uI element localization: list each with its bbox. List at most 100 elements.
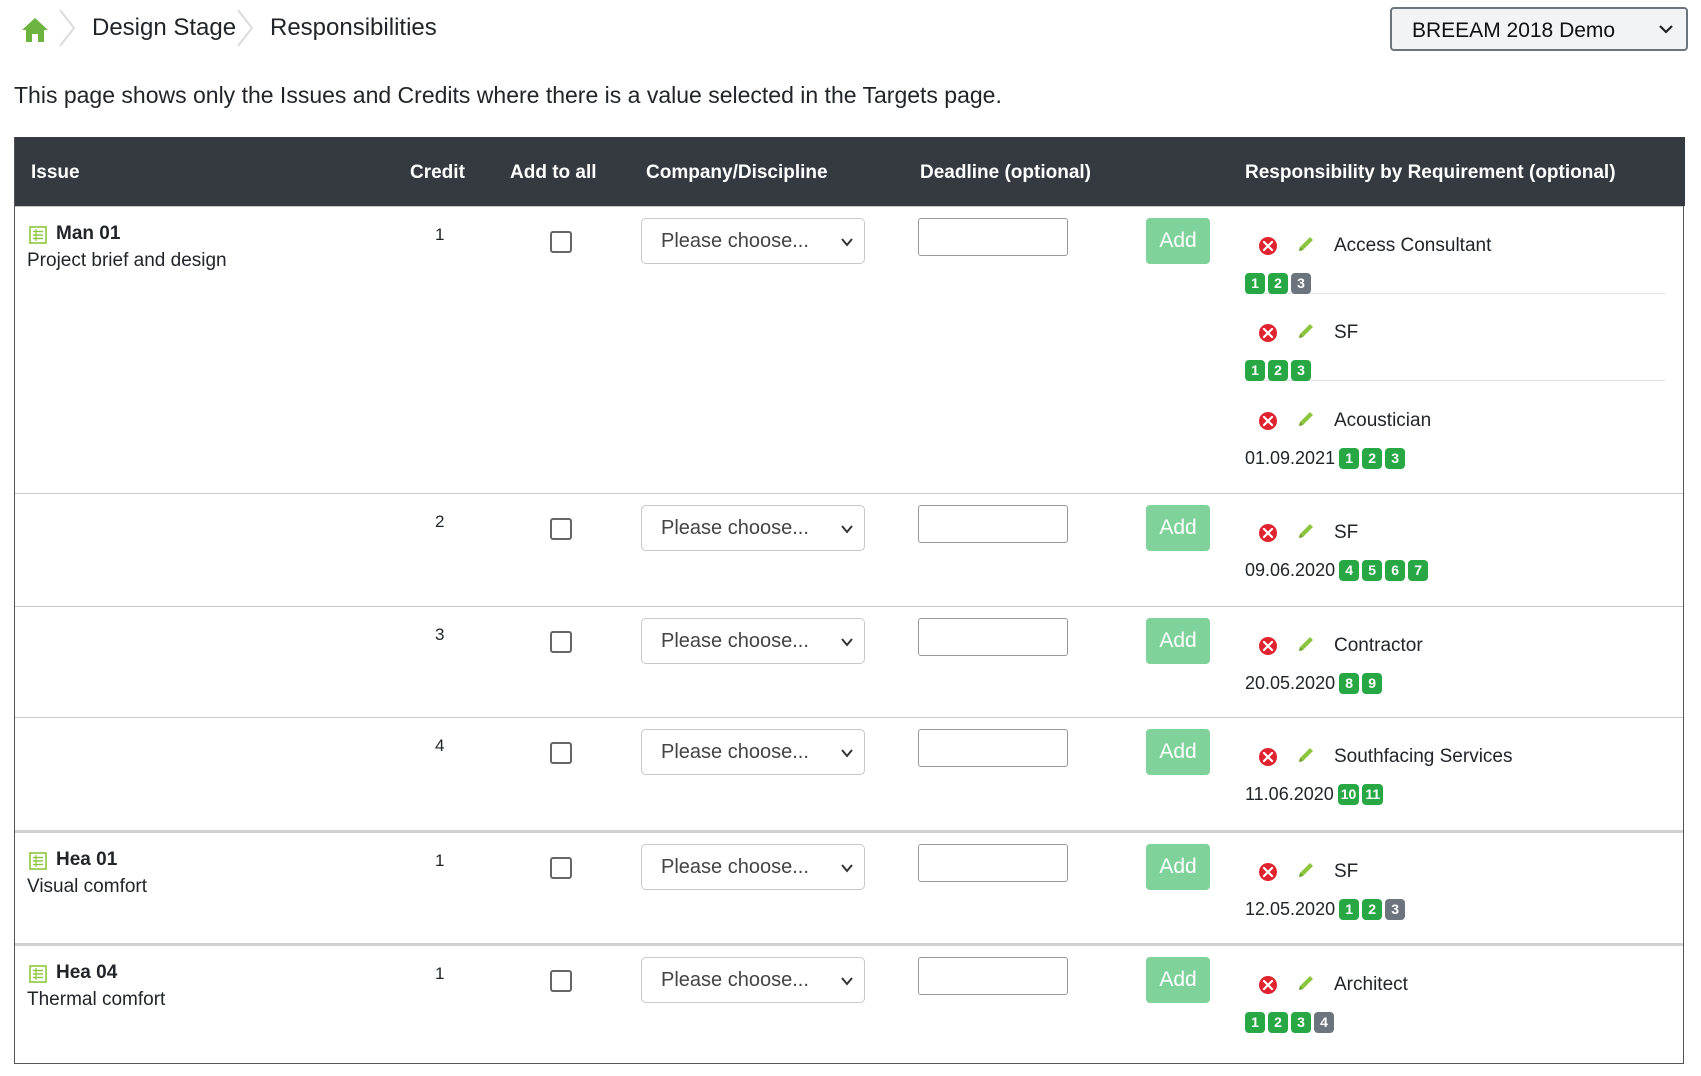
requirement-badge: 6	[1385, 560, 1406, 581]
remove-icon[interactable]	[1257, 410, 1279, 432]
requirement-badge: 10	[1337, 784, 1360, 805]
breadcrumb-design-stage[interactable]: Design Stage	[92, 14, 236, 42]
company-select-placeholder: Please choose...	[661, 856, 809, 878]
responsibility-date: 12.05.2020	[1245, 899, 1336, 919]
edit-pencil-icon[interactable]	[1295, 233, 1317, 255]
credit-number: 4	[435, 736, 445, 755]
company-select-placeholder: Please choose...	[661, 230, 809, 252]
issue-code[interactable]: Man 01	[56, 223, 120, 245]
intro-text: This page shows only the Issues and Cred…	[14, 82, 1002, 108]
company-discipline-select[interactable]: Please choose...	[641, 844, 865, 890]
add-button[interactable]: Add	[1146, 844, 1210, 890]
responsibility-details: 01.09.2021 1 2 3	[1245, 448, 1408, 470]
requirement-badge: 3	[1291, 360, 1311, 381]
deadline-input[interactable]	[918, 505, 1068, 543]
responsibility-details: 123	[1245, 360, 1314, 382]
company-discipline-select[interactable]: Please choose...	[641, 729, 865, 775]
edit-pencil-icon[interactable]	[1295, 859, 1317, 881]
remove-icon[interactable]	[1257, 974, 1279, 996]
requirement-badge: 2	[1268, 1012, 1288, 1033]
add-button[interactable]: Add	[1146, 505, 1210, 551]
add-to-all-checkbox[interactable]	[550, 231, 572, 253]
add-to-all-checkbox[interactable]	[550, 631, 572, 653]
table-row: 3 Please choose... Add Contractor 20.05.2020…	[15, 606, 1683, 718]
responsibility-entry: SF 09.06.2020 4 5 6 7	[1245, 494, 1665, 594]
add-to-all-checkbox[interactable]	[550, 742, 572, 764]
responsibility-details: 1234	[1245, 1012, 1337, 1034]
remove-icon[interactable]	[1257, 746, 1279, 768]
company-discipline-select[interactable]: Please choose...	[641, 218, 865, 264]
breadcrumb-separator-icon	[237, 9, 254, 47]
deadline-input[interactable]	[918, 729, 1068, 767]
requirement-badge: 1	[1339, 899, 1360, 920]
responsibility-name: Architect	[1334, 974, 1408, 995]
requirement-badge: 2	[1362, 448, 1383, 469]
requirement-badge: 4	[1339, 560, 1360, 581]
deadline-input[interactable]	[918, 218, 1068, 256]
responsibility-date: 11.06.2020	[1245, 784, 1334, 804]
responsibility-entry: SF 12.05.2020 1 2 3	[1245, 833, 1665, 933]
remove-icon[interactable]	[1257, 861, 1279, 883]
responsibility-details: 12.05.2020 1 2 3	[1245, 899, 1408, 921]
company-discipline-select[interactable]: Please choose...	[641, 618, 865, 664]
requirement-badge: 2	[1268, 360, 1288, 381]
credit-number: 1	[435, 225, 445, 244]
edit-pencil-icon[interactable]	[1295, 744, 1317, 766]
table-row: Hea 01 Visual comfort 1 Please choose... Add…	[15, 830, 1683, 946]
responsibility-name: SF	[1334, 322, 1359, 343]
add-to-all-checkbox[interactable]	[550, 518, 572, 540]
requirement-badge: 9	[1362, 673, 1383, 694]
chevron-down-icon	[841, 977, 853, 986]
project-select[interactable]: BREEAM 2018 Demo	[1390, 7, 1688, 51]
header-add-to-all: Add to all	[510, 162, 597, 183]
table-row: Man 01 Project brief and design 1 Please ch…	[15, 206, 1683, 494]
responsibility-details: 09.06.2020 4 5 6 7	[1245, 560, 1431, 582]
add-button[interactable]: Add	[1146, 218, 1210, 264]
responsibility-details: 11.06.2020 10 11	[1245, 784, 1386, 806]
header-credit: Credit	[410, 162, 465, 183]
responsibility-date: 20.05.2020	[1245, 673, 1336, 693]
edit-pencil-icon[interactable]	[1295, 320, 1317, 342]
edit-pencil-icon[interactable]	[1295, 408, 1317, 430]
edit-pencil-icon[interactable]	[1295, 520, 1317, 542]
remove-icon[interactable]	[1257, 235, 1279, 257]
responsibility-details: 20.05.2020 8 9	[1245, 673, 1385, 695]
issue-code[interactable]: Hea 01	[56, 849, 117, 871]
responsibilities-table: Issue Credit Add to all Company/Discipli…	[14, 137, 1685, 1064]
add-button[interactable]: Add	[1146, 957, 1210, 1003]
chevron-down-icon	[1659, 25, 1673, 34]
requirement-badge: 1	[1245, 1012, 1265, 1033]
requirement-badge: 3	[1291, 273, 1311, 294]
remove-icon[interactable]	[1257, 522, 1279, 544]
deadline-input[interactable]	[918, 618, 1068, 656]
issue-code[interactable]: Hea 04	[56, 962, 117, 984]
table-row: Hea 04 Thermal comfort 1 Please choose... Ad…	[15, 943, 1683, 1059]
responsibility-entry: SF 1 2 3	[1245, 294, 1665, 381]
add-to-all-checkbox[interactable]	[550, 970, 572, 992]
requirement-badge: 3	[1385, 899, 1406, 920]
edit-pencil-icon[interactable]	[1295, 633, 1317, 655]
company-discipline-select[interactable]: Please choose...	[641, 505, 865, 551]
home-icon[interactable]	[20, 16, 50, 44]
header-deadline: Deadline (optional)	[920, 162, 1091, 183]
breadcrumb-responsibilities: Responsibilities	[270, 14, 437, 41]
requirement-badge: 1	[1245, 360, 1265, 381]
remove-icon[interactable]	[1257, 322, 1279, 344]
add-button[interactable]: Add	[1146, 729, 1210, 775]
responsibility-name: SF	[1334, 861, 1359, 882]
deadline-input[interactable]	[918, 957, 1068, 995]
deadline-input[interactable]	[918, 844, 1068, 882]
company-discipline-select[interactable]: Please choose...	[641, 957, 865, 1003]
add-button[interactable]: Add	[1146, 618, 1210, 664]
remove-icon[interactable]	[1257, 635, 1279, 657]
responsibility-entry: Access Consultant 1 2 3	[1245, 207, 1665, 294]
responsibility-entry: Architect 1 2 3 4	[1245, 946, 1665, 1046]
requirement-badge: 11	[1362, 784, 1384, 805]
issue-name: Project brief and design	[27, 250, 227, 271]
edit-pencil-icon[interactable]	[1295, 972, 1317, 994]
add-to-all-checkbox[interactable]	[550, 857, 572, 879]
table-row: 4 Please choose... Add Southfacing Services…	[15, 717, 1683, 831]
top-bar: Design Stage Responsibilities BREEAM 201…	[0, 0, 1701, 60]
table-icon	[29, 965, 47, 983]
table-icon	[29, 226, 47, 244]
